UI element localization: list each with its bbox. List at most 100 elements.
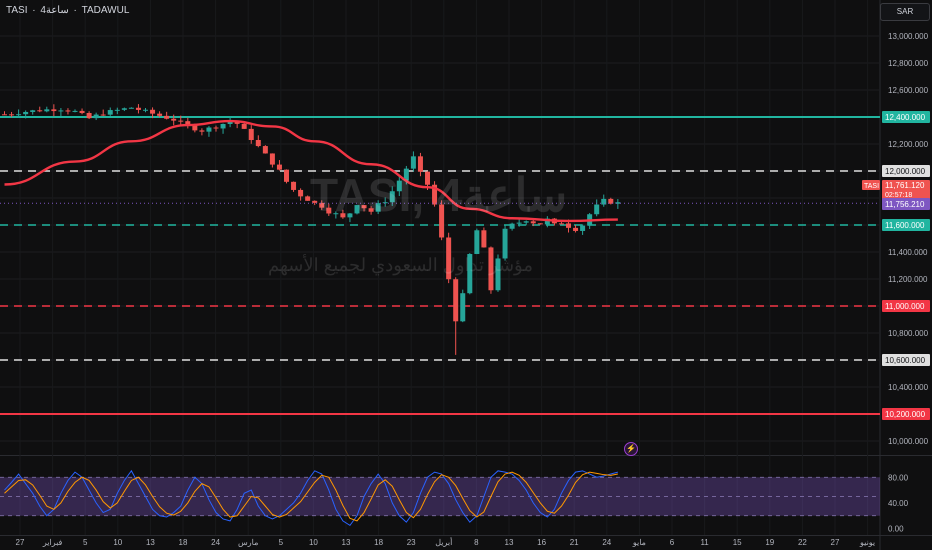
x-tick-label: 13 (342, 538, 351, 547)
x-tick-label: مايو (632, 538, 646, 547)
candle-body (121, 108, 127, 110)
candle-body (143, 109, 148, 111)
candle-body (291, 181, 297, 190)
countdown-label: 02:57:18 (885, 192, 912, 199)
y-tick-label: 10,800.000 (888, 329, 929, 338)
watermark-symbol: TASI, 4ساعة (310, 169, 568, 221)
candle-body (410, 156, 416, 169)
level-label: 12,400.000 (885, 113, 926, 122)
candle-body (51, 109, 57, 112)
x-tick-label: مارس (238, 538, 258, 547)
x-tick-label: 27 (831, 538, 840, 547)
candle-body (248, 128, 254, 140)
chart-header: TASI · 4ساعة · TADAWUL (6, 5, 131, 16)
candle-body (537, 223, 543, 225)
x-tick-label: فبراير (42, 538, 63, 547)
candle-body (516, 222, 522, 224)
candle-body (157, 113, 163, 116)
candle-body (276, 164, 282, 170)
candle (474, 228, 480, 255)
x-tick-label: 27 (16, 538, 25, 547)
level-label: 12,000.000 (885, 167, 926, 176)
stoch-tick-label: 40.00 (888, 499, 909, 508)
x-tick-label: 5 (83, 538, 88, 547)
x-tick-label: 16 (537, 538, 546, 547)
candle-body (79, 110, 85, 114)
candle-body (206, 127, 212, 132)
x-tick-label: 10 (113, 538, 122, 547)
candle-body (23, 111, 29, 115)
candle-body (573, 227, 579, 231)
candle-body (220, 123, 226, 129)
x-tick-label: يونيو (859, 538, 875, 547)
candle-body (30, 110, 36, 112)
candle-body (298, 189, 304, 197)
watermark-description: مؤشر تداول السعودي لجميع الأسهم (268, 255, 533, 275)
candle-body (566, 223, 571, 228)
candle-body (255, 139, 261, 147)
candle-body (58, 110, 64, 112)
y-tick-label: 12,200.000 (888, 140, 929, 149)
candle-body (86, 113, 92, 119)
candle-body (37, 110, 43, 112)
candle (481, 227, 487, 248)
candle-body (509, 223, 515, 229)
header-sep: · (73, 5, 77, 16)
y-tick-label: 11,400.000 (888, 248, 928, 257)
ma-label: 11,756.210 (885, 200, 925, 209)
y-tick-label: 12,600.000 (888, 86, 929, 95)
price-label: 11,761.120 (885, 181, 925, 190)
y-tick-label: 10,400.000 (888, 383, 929, 392)
candle-body (72, 110, 78, 112)
candle-body (65, 110, 71, 112)
x-tick-label: 6 (670, 538, 675, 547)
symbol-badge-label: TASI (864, 183, 879, 190)
candle-body (262, 146, 268, 154)
x-tick-label: 8 (474, 538, 479, 547)
candle-body (460, 293, 466, 322)
lightning-icon[interactable]: ⚡ (624, 442, 638, 456)
x-tick-label: 18 (179, 538, 188, 547)
candle-body (601, 198, 607, 205)
candle-body (135, 107, 141, 110)
header-symbol: TASI (6, 5, 28, 16)
candle-body (199, 130, 205, 132)
x-tick-label: أبريل (435, 536, 452, 547)
candle-body (192, 125, 198, 131)
candle-body (107, 110, 113, 115)
candle-body (128, 107, 134, 109)
level-label: 11,000.000 (885, 302, 925, 311)
level-label: 11,600.000 (885, 221, 925, 230)
candle-body (284, 169, 289, 182)
currency-button[interactable]: SAR (880, 3, 930, 21)
candle-body (164, 115, 170, 119)
x-tick-label: 21 (570, 538, 579, 547)
x-tick-label: 23 (407, 538, 416, 547)
x-tick-label: 24 (211, 538, 220, 547)
x-tick-label: 13 (146, 538, 155, 547)
candle-body (100, 114, 106, 116)
candle-body (2, 114, 7, 116)
candle-body (594, 204, 600, 215)
y-tick-label: 13,000.000 (888, 32, 929, 41)
candle-body (241, 123, 247, 129)
candle (284, 169, 289, 184)
candle-body (580, 225, 586, 231)
candle-body (171, 118, 177, 121)
x-tick-label: 18 (374, 538, 383, 547)
candle-body (16, 114, 22, 116)
candle-body (178, 120, 184, 122)
candle-body (481, 230, 487, 248)
x-tick-label: 24 (602, 538, 611, 547)
candle (262, 145, 268, 154)
x-tick-label: 19 (765, 538, 774, 547)
level-label: 10,600.000 (885, 356, 926, 365)
stoch-tick-label: 0.00 (888, 525, 904, 534)
y-tick-label: 12,800.000 (888, 59, 929, 68)
y-tick-label: 10,000.000 (888, 437, 929, 446)
candle-body (474, 230, 480, 254)
candle-body (9, 114, 15, 116)
candle-body (44, 109, 50, 112)
x-tick-label: 13 (505, 538, 514, 547)
candle-body (150, 109, 156, 114)
